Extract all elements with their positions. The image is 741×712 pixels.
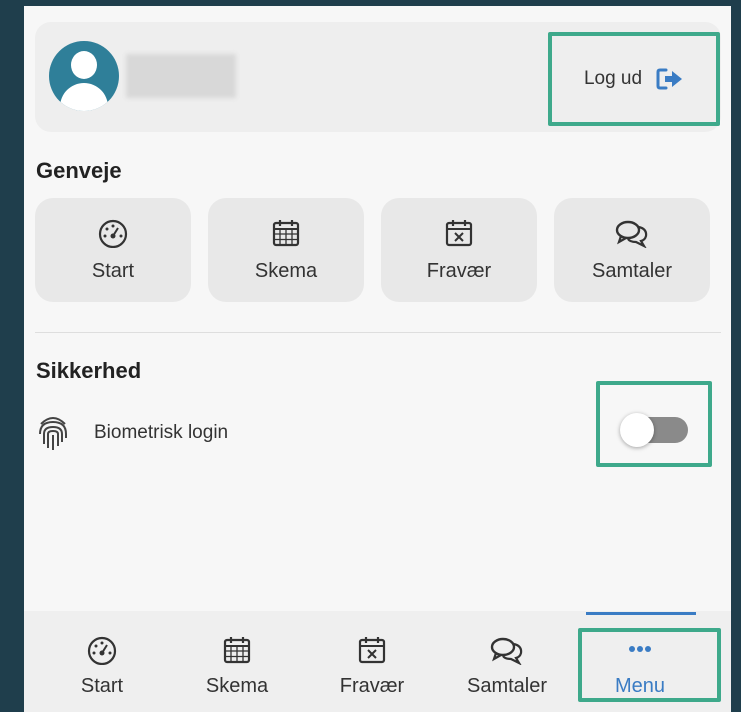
chat-bubbles-icon xyxy=(614,218,650,248)
logout-icon xyxy=(656,67,684,91)
calendar-icon xyxy=(222,635,252,665)
logout-button[interactable]: Log ud xyxy=(548,32,720,126)
nav-start[interactable]: Start xyxy=(76,611,128,712)
logout-label: Log ud xyxy=(583,68,643,89)
biometric-toggle-highlight xyxy=(596,381,712,467)
divider xyxy=(35,332,721,333)
menu-screen: Log ud Genveje Start Skema Fravær Samtal… xyxy=(24,6,731,712)
shortcut-samtaler[interactable]: Samtaler xyxy=(554,198,710,302)
biometric-login-row: Biometrisk login xyxy=(36,414,228,452)
shortcuts-grid: Start Skema Fravær Samtaler xyxy=(35,198,710,302)
dashboard-icon xyxy=(84,635,120,665)
biometric-login-label: Biometrisk login xyxy=(94,422,229,443)
shortcut-fravaer[interactable]: Fravær xyxy=(381,198,537,302)
toggle-knob xyxy=(620,413,654,447)
chat-bubbles-icon xyxy=(489,635,525,665)
nav-fravaer[interactable]: Fravær xyxy=(336,611,408,712)
shortcut-label: Fravær xyxy=(426,259,492,282)
nav-label: Start xyxy=(80,675,124,697)
shortcut-label: Skema xyxy=(254,259,318,282)
shortcut-start[interactable]: Start xyxy=(35,198,191,302)
menu-highlight xyxy=(578,628,721,702)
biometric-login-toggle[interactable] xyxy=(620,413,688,447)
nav-samtaler[interactable]: Samtaler xyxy=(460,611,554,712)
avatar xyxy=(49,41,119,111)
shortcut-skema[interactable]: Skema xyxy=(208,198,364,302)
nav-label: Skema xyxy=(205,675,269,697)
user-name-redacted xyxy=(126,54,236,98)
calendar-x-icon xyxy=(357,635,387,665)
shortcut-label: Samtaler xyxy=(591,259,673,282)
fingerprint-icon xyxy=(36,414,70,452)
calendar-x-icon xyxy=(444,218,474,248)
dashboard-icon xyxy=(95,218,131,248)
nav-active-indicator xyxy=(586,612,696,615)
shortcuts-title: Genveje xyxy=(36,158,122,183)
nav-skema[interactable]: Skema xyxy=(202,611,272,712)
shortcut-label: Start xyxy=(91,259,135,282)
nav-label: Samtaler xyxy=(466,675,548,697)
security-title: Sikkerhed xyxy=(36,358,142,383)
nav-label: Fravær xyxy=(339,675,405,697)
calendar-icon xyxy=(271,218,301,248)
